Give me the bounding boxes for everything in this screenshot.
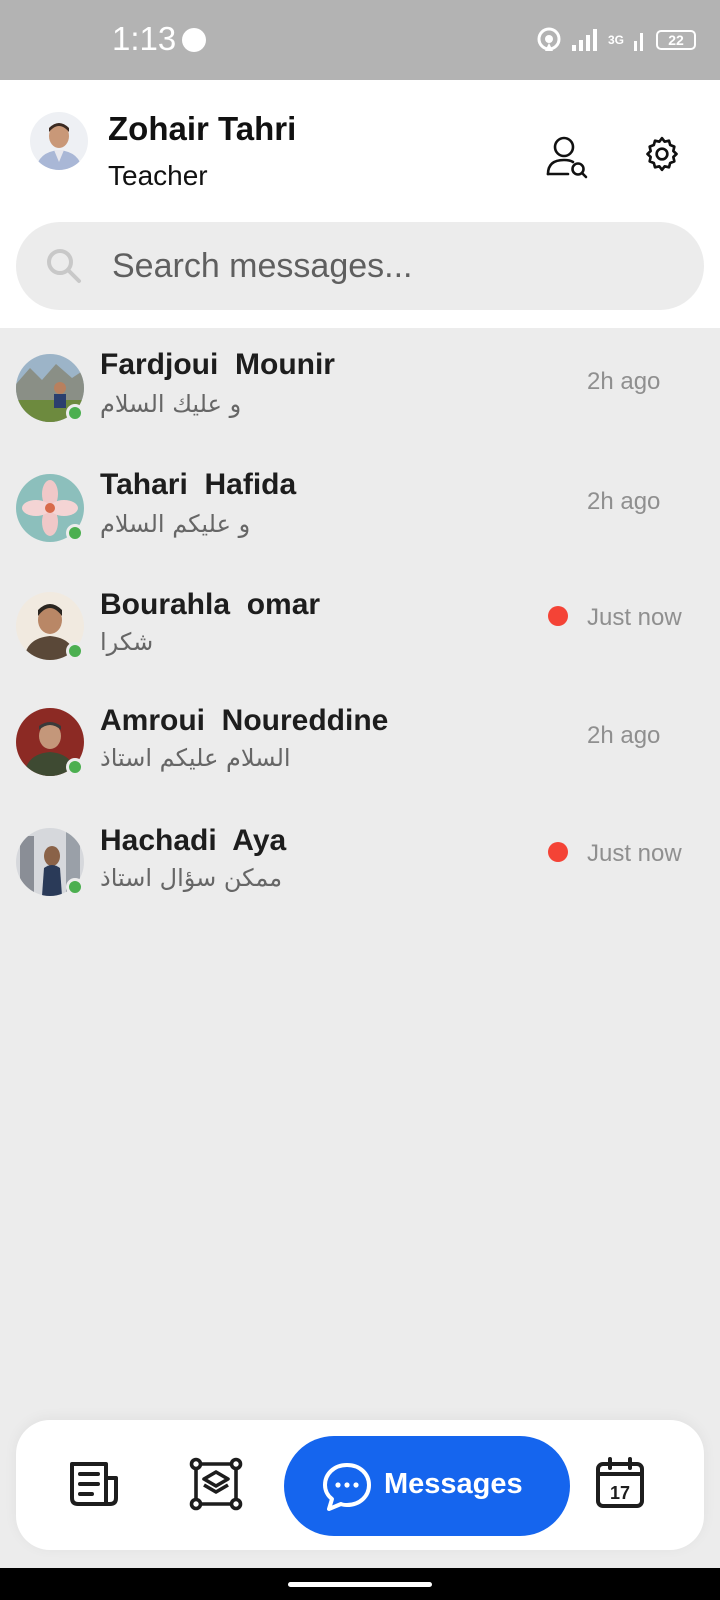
battery-icon: 22 — [656, 30, 696, 50]
calendar-icon: 17 — [596, 1457, 644, 1508]
recording-dot-icon — [182, 28, 206, 52]
chat-bubble-icon — [323, 1463, 371, 1511]
home-indicator[interactable] — [288, 1582, 432, 1587]
signal-icon-secondary — [634, 33, 643, 51]
gear-icon — [646, 136, 678, 172]
newspaper-icon — [70, 1462, 118, 1506]
last-message: ممكن سؤال استاذ — [100, 864, 283, 892]
status-bar: 1:13 3G 22 — [0, 0, 720, 80]
status-icons: 3G 22 — [536, 24, 696, 56]
contact-name: Tahari Hafida — [100, 468, 297, 501]
conversation-row[interactable]: Tahari Hafida و عليكم السلام 2h ago — [0, 448, 720, 558]
last-message: و عليك السلام — [100, 390, 242, 418]
signal-icon — [571, 29, 597, 51]
bottom-navigation: Messages 17 — [16, 1420, 704, 1550]
avatar[interactable] — [30, 112, 88, 170]
nav-courses-button[interactable] — [186, 1454, 246, 1514]
settings-button[interactable] — [642, 134, 688, 180]
battery-level: 22 — [668, 32, 684, 48]
message-time: Just now — [587, 840, 682, 867]
app-header: Zohair Tahri Teacher — [0, 80, 720, 202]
online-indicator — [66, 524, 84, 542]
message-time: Just now — [587, 604, 682, 631]
last-message: و عليكم السلام — [100, 510, 251, 538]
network-type: 3G — [607, 33, 624, 47]
online-indicator — [66, 878, 84, 896]
contact-name: Hachadi Aya — [100, 824, 287, 857]
user-search-icon — [546, 136, 588, 179]
nav-calendar-button[interactable]: 17 — [590, 1454, 650, 1514]
unread-indicator — [548, 606, 568, 626]
message-time: 2h ago — [587, 368, 661, 395]
conversation-row[interactable]: Amroui Noureddine السلام عليكم استاذ 2h … — [0, 684, 720, 794]
find-user-button[interactable] — [544, 134, 590, 180]
last-message: السلام عليكم استاذ — [100, 744, 291, 772]
hotspot-icon — [537, 27, 561, 51]
online-indicator — [66, 404, 84, 422]
message-time: 2h ago — [587, 488, 661, 515]
conversation-row[interactable]: Bourahla omar شكرا Just now — [0, 568, 720, 678]
online-indicator — [66, 642, 84, 660]
search-bar[interactable] — [16, 222, 704, 310]
user-role: Teacher — [108, 160, 208, 191]
conversation-row[interactable]: Hachadi Aya ممكن سؤال استاذ Just now — [0, 804, 720, 914]
last-message: شكرا — [100, 628, 154, 656]
contact-name: Amroui Noureddine — [100, 704, 389, 737]
unread-indicator — [548, 842, 568, 862]
system-navigation-bar — [0, 1568, 720, 1600]
search-input[interactable] — [112, 240, 672, 292]
calendar-day: 17 — [610, 1483, 630, 1503]
conversation-row[interactable]: Fardjoui Mounir و عليك السلام 2h ago — [0, 328, 720, 438]
status-time: 1:13 — [112, 20, 177, 57]
search-icon — [47, 249, 81, 283]
message-time: 2h ago — [587, 722, 661, 749]
nav-messages-label: Messages — [384, 1468, 523, 1500]
layers-icon — [189, 1457, 243, 1511]
search-section — [0, 202, 720, 328]
nav-news-button[interactable] — [64, 1454, 124, 1514]
contact-name: Bourahla omar — [100, 588, 321, 621]
contact-name: Fardjoui Mounir — [100, 348, 335, 381]
nav-messages-button[interactable]: Messages — [284, 1436, 570, 1536]
online-indicator — [66, 758, 84, 776]
user-name: Zohair Tahri — [108, 110, 297, 147]
